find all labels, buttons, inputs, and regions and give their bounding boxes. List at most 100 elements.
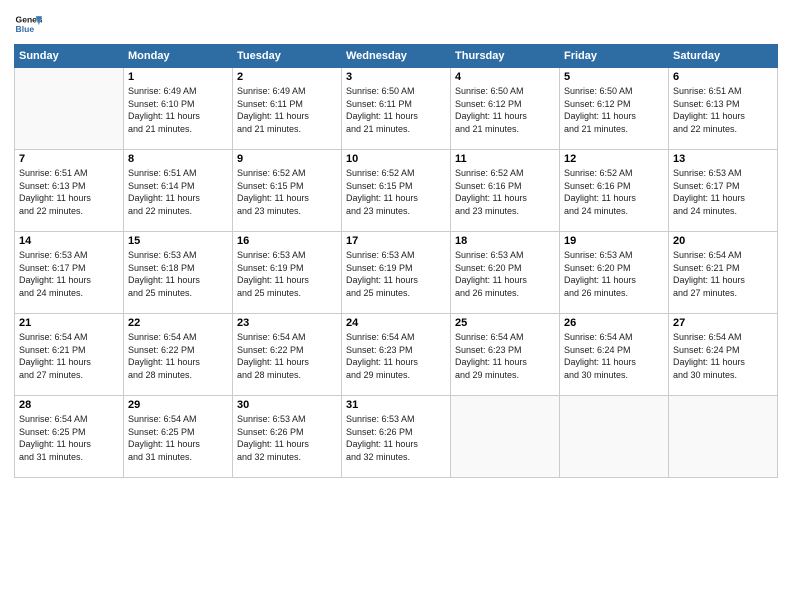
day-info: Sunrise: 6:50 AM Sunset: 6:12 PM Dayligh… <box>564 85 664 135</box>
calendar-day-21: 21 Sunrise: 6:54 AM Sunset: 6:21 PM Dayli… <box>15 314 124 396</box>
day-info: Sunrise: 6:49 AM Sunset: 6:10 PM Dayligh… <box>128 85 228 135</box>
day-info: Sunrise: 6:54 AM Sunset: 6:23 PM Dayligh… <box>346 331 446 381</box>
day-info: Sunrise: 6:54 AM Sunset: 6:24 PM Dayligh… <box>564 331 664 381</box>
day-number: 27 <box>673 317 773 329</box>
day-number: 31 <box>346 399 446 411</box>
day-info: Sunrise: 6:54 AM Sunset: 6:25 PM Dayligh… <box>19 413 119 463</box>
day-info: Sunrise: 6:49 AM Sunset: 6:11 PM Dayligh… <box>237 85 337 135</box>
calendar-day-3: 3 Sunrise: 6:50 AM Sunset: 6:11 PM Daylig… <box>342 68 451 150</box>
calendar-day-1: 1Sunrise: 6:49 AM Sunset: 6:10 PM Daylig… <box>124 68 233 150</box>
weekday-header-sunday: Sunday <box>15 45 124 68</box>
day-info: Sunrise: 6:53 AM Sunset: 6:19 PM Dayligh… <box>237 249 337 299</box>
day-info: Sunrise: 6:52 AM Sunset: 6:15 PM Dayligh… <box>237 167 337 217</box>
day-info: Sunrise: 6:51 AM Sunset: 6:13 PM Dayligh… <box>19 167 119 217</box>
calendar-day-2: 2 Sunrise: 6:49 AM Sunset: 6:11 PM Daylig… <box>233 68 342 150</box>
day-info: Sunrise: 6:50 AM Sunset: 6:11 PM Dayligh… <box>346 85 446 135</box>
day-number: 21 <box>19 317 119 329</box>
day-info: Sunrise: 6:53 AM Sunset: 6:18 PM Dayligh… <box>128 249 228 299</box>
day-info: Sunrise: 6:54 AM Sunset: 6:22 PM Dayligh… <box>128 331 228 381</box>
day-number: 20 <box>673 235 773 247</box>
weekday-header-wednesday: Wednesday <box>342 45 451 68</box>
day-info: Sunrise: 6:54 AM Sunset: 6:23 PM Dayligh… <box>455 331 555 381</box>
day-number: 14 <box>19 235 119 247</box>
day-number: 26 <box>564 317 664 329</box>
calendar-empty-cell <box>560 396 669 478</box>
calendar-day-10: 10 Sunrise: 6:52 AM Sunset: 6:15 PM Dayli… <box>342 150 451 232</box>
day-info: Sunrise: 6:53 AM Sunset: 6:17 PM Dayligh… <box>19 249 119 299</box>
calendar-week-row: 7Sunrise: 6:51 AM Sunset: 6:13 PM Daylig… <box>15 150 778 232</box>
day-info: Sunrise: 6:53 AM Sunset: 6:26 PM Dayligh… <box>346 413 446 463</box>
day-number: 30 <box>237 399 337 411</box>
calendar-day-5: 5 Sunrise: 6:50 AM Sunset: 6:12 PM Daylig… <box>560 68 669 150</box>
day-number: 25 <box>455 317 555 329</box>
logo-icon: General Blue <box>14 10 42 38</box>
calendar-day-30: 30 Sunrise: 6:53 AM Sunset: 6:26 PM Dayli… <box>233 396 342 478</box>
calendar-day-24: 24 Sunrise: 6:54 AM Sunset: 6:23 PM Dayli… <box>342 314 451 396</box>
day-number: 17 <box>346 235 446 247</box>
weekday-header-friday: Friday <box>560 45 669 68</box>
day-number: 22 <box>128 317 228 329</box>
day-info: Sunrise: 6:53 AM Sunset: 6:17 PM Dayligh… <box>673 167 773 217</box>
day-number: 5 <box>564 71 664 83</box>
calendar-day-11: 11 Sunrise: 6:52 AM Sunset: 6:16 PM Dayli… <box>451 150 560 232</box>
day-number: 23 <box>237 317 337 329</box>
calendar-day-22: 22 Sunrise: 6:54 AM Sunset: 6:22 PM Dayli… <box>124 314 233 396</box>
day-info: Sunrise: 6:54 AM Sunset: 6:21 PM Dayligh… <box>19 331 119 381</box>
day-number: 8 <box>128 153 228 165</box>
day-info: Sunrise: 6:54 AM Sunset: 6:24 PM Dayligh… <box>673 331 773 381</box>
day-number: 4 <box>455 71 555 83</box>
day-info: Sunrise: 6:52 AM Sunset: 6:16 PM Dayligh… <box>455 167 555 217</box>
calendar-day-4: 4 Sunrise: 6:50 AM Sunset: 6:12 PM Daylig… <box>451 68 560 150</box>
calendar-empty-cell <box>451 396 560 478</box>
day-number: 19 <box>564 235 664 247</box>
day-info: Sunrise: 6:54 AM Sunset: 6:21 PM Dayligh… <box>673 249 773 299</box>
calendar-week-row: 21 Sunrise: 6:54 AM Sunset: 6:21 PM Dayli… <box>15 314 778 396</box>
calendar-day-27: 27 Sunrise: 6:54 AM Sunset: 6:24 PM Dayli… <box>669 314 778 396</box>
weekday-header-saturday: Saturday <box>669 45 778 68</box>
day-number: 29 <box>128 399 228 411</box>
day-number: 24 <box>346 317 446 329</box>
calendar-day-17: 17Sunrise: 6:53 AM Sunset: 6:19 PM Dayli… <box>342 232 451 314</box>
day-number: 10 <box>346 153 446 165</box>
logo: General Blue <box>14 10 42 38</box>
day-number: 3 <box>346 71 446 83</box>
weekday-header-row: SundayMondayTuesdayWednesdayThursdayFrid… <box>15 45 778 68</box>
day-info: Sunrise: 6:50 AM Sunset: 6:12 PM Dayligh… <box>455 85 555 135</box>
day-info: Sunrise: 6:53 AM Sunset: 6:20 PM Dayligh… <box>564 249 664 299</box>
calendar-day-26: 26 Sunrise: 6:54 AM Sunset: 6:24 PM Dayli… <box>560 314 669 396</box>
day-info: Sunrise: 6:53 AM Sunset: 6:26 PM Dayligh… <box>237 413 337 463</box>
day-number: 16 <box>237 235 337 247</box>
calendar-day-16: 16 Sunrise: 6:53 AM Sunset: 6:19 PM Dayli… <box>233 232 342 314</box>
day-info: Sunrise: 6:52 AM Sunset: 6:15 PM Dayligh… <box>346 167 446 217</box>
day-number: 11 <box>455 153 555 165</box>
calendar-day-15: 15 Sunrise: 6:53 AM Sunset: 6:18 PM Dayli… <box>124 232 233 314</box>
day-number: 6 <box>673 71 773 83</box>
calendar-day-29: 29Sunrise: 6:54 AM Sunset: 6:25 PM Dayli… <box>124 396 233 478</box>
calendar-week-row: 28 Sunrise: 6:54 AM Sunset: 6:25 PM Dayli… <box>15 396 778 478</box>
calendar-day-23: 23Sunrise: 6:54 AM Sunset: 6:22 PM Dayli… <box>233 314 342 396</box>
calendar-day-6: 6Sunrise: 6:51 AM Sunset: 6:13 PM Daylig… <box>669 68 778 150</box>
calendar-week-row: 14 Sunrise: 6:53 AM Sunset: 6:17 PM Dayli… <box>15 232 778 314</box>
page-header: General Blue <box>14 10 778 38</box>
weekday-header-thursday: Thursday <box>451 45 560 68</box>
calendar-week-row: 1Sunrise: 6:49 AM Sunset: 6:10 PM Daylig… <box>15 68 778 150</box>
day-number: 28 <box>19 399 119 411</box>
day-number: 18 <box>455 235 555 247</box>
calendar-day-12: 12Sunrise: 6:52 AM Sunset: 6:16 PM Dayli… <box>560 150 669 232</box>
calendar-day-14: 14 Sunrise: 6:53 AM Sunset: 6:17 PM Dayli… <box>15 232 124 314</box>
calendar-empty-cell <box>15 68 124 150</box>
calendar-day-19: 19 Sunrise: 6:53 AM Sunset: 6:20 PM Dayli… <box>560 232 669 314</box>
calendar-day-25: 25 Sunrise: 6:54 AM Sunset: 6:23 PM Dayli… <box>451 314 560 396</box>
calendar-day-9: 9Sunrise: 6:52 AM Sunset: 6:15 PM Daylig… <box>233 150 342 232</box>
svg-text:Blue: Blue <box>16 24 35 34</box>
day-info: Sunrise: 6:52 AM Sunset: 6:16 PM Dayligh… <box>564 167 664 217</box>
calendar-day-28: 28 Sunrise: 6:54 AM Sunset: 6:25 PM Dayli… <box>15 396 124 478</box>
day-number: 15 <box>128 235 228 247</box>
weekday-header-monday: Monday <box>124 45 233 68</box>
calendar-day-18: 18Sunrise: 6:53 AM Sunset: 6:20 PM Dayli… <box>451 232 560 314</box>
calendar-table: SundayMondayTuesdayWednesdayThursdayFrid… <box>14 44 778 478</box>
day-number: 13 <box>673 153 773 165</box>
calendar-day-7: 7Sunrise: 6:51 AM Sunset: 6:13 PM Daylig… <box>15 150 124 232</box>
calendar-empty-cell <box>669 396 778 478</box>
day-number: 2 <box>237 71 337 83</box>
